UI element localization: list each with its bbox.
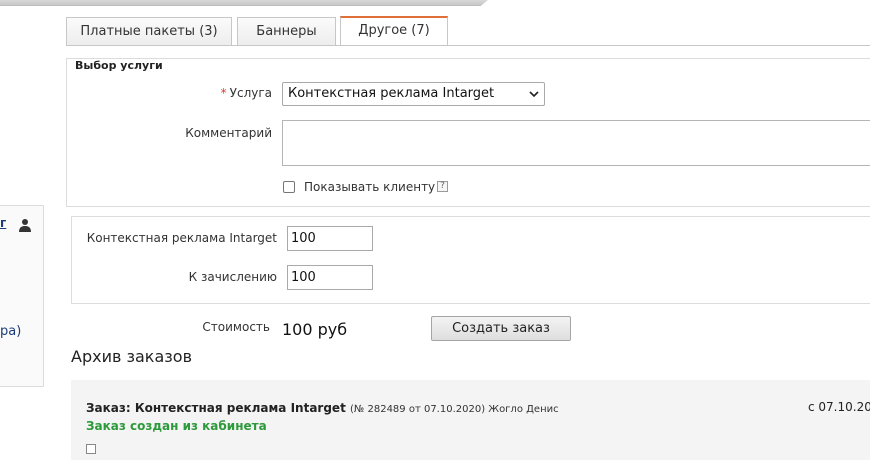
order-title-text: Заказ: Контекстная реклама Intarget: [86, 401, 346, 415]
comment-label: Комментарий: [185, 126, 272, 140]
amount-service-label: Контекстная реклама Intarget: [86, 231, 277, 245]
side-link[interactable]: г: [0, 216, 6, 230]
show-client-checkbox[interactable]: [283, 181, 295, 193]
tab-paid-packages[interactable]: Платные пакеты (3): [66, 17, 232, 45]
order-status: Заказ создан из кабинета: [86, 419, 267, 433]
create-order-button[interactable]: Создать заказ: [431, 316, 571, 341]
person-icon: [19, 219, 31, 232]
chevron-down-icon: [529, 91, 539, 98]
top-bar: [0, 0, 488, 6]
order-meta: (№ 282489 от 07.10.2020) Жогло Денис: [350, 404, 559, 415]
archive-title: Архив заказов: [71, 347, 192, 366]
required-marker: *: [220, 86, 227, 100]
comment-textarea[interactable]: [282, 120, 870, 166]
order-date: с 07.10.20: [808, 400, 870, 414]
side-link-2[interactable]: ра): [0, 324, 21, 339]
tab-other[interactable]: Другое (7): [340, 16, 448, 46]
side-panel: г ра): [0, 205, 44, 387]
amounts-fieldset: [71, 216, 870, 304]
order-title[interactable]: Заказ: Контекстная реклама Intarget (№ 2…: [86, 401, 559, 415]
amount-service-input[interactable]: 100: [287, 226, 373, 251]
service-legend: Выбор услуги: [74, 59, 164, 72]
tab-banners[interactable]: Баннеры: [237, 17, 336, 45]
credit-label: К зачислению: [188, 270, 277, 284]
show-client-label[interactable]: Показывать клиенту: [304, 180, 435, 194]
cost-label: Стоимость: [202, 320, 270, 334]
help-icon[interactable]: ?: [437, 181, 448, 192]
tab-divider: [66, 45, 870, 46]
order-checkbox[interactable]: [86, 444, 96, 454]
cost-value: 100 руб: [282, 320, 348, 339]
service-label-text: Услуга: [229, 86, 272, 100]
service-select[interactable]: Контекстная реклама Intarget: [282, 82, 545, 106]
service-select-value: Контекстная реклама Intarget: [288, 86, 495, 101]
credit-input[interactable]: 100: [287, 265, 373, 290]
service-label: * Услуга: [150, 86, 272, 100]
